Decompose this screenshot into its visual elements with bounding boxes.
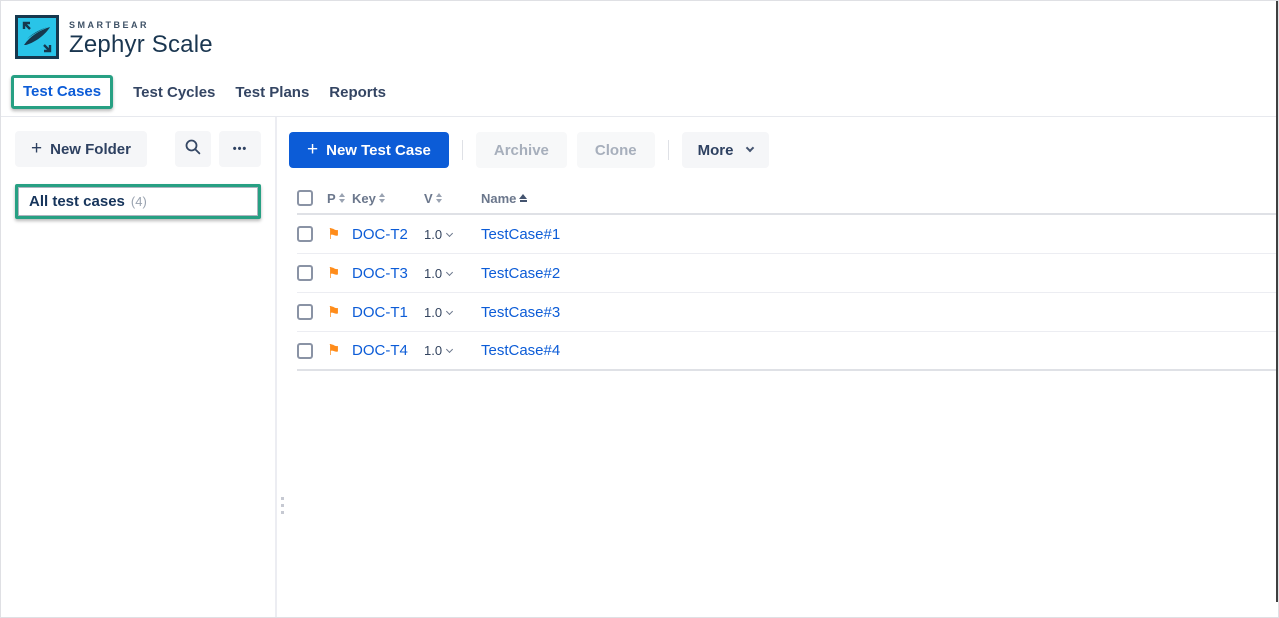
sort-both-icon [436,193,442,203]
testcase-table: P Key V Name [289,183,1278,371]
main-nav: Test Cases Test Cycles Test Plans Report… [11,75,386,109]
priority-flag-icon: ⚑ [327,227,352,242]
brand: SMARTBEAR Zephyr Scale [15,15,213,64]
select-all-checkbox[interactable] [297,190,313,206]
toolbar-divider [668,140,669,160]
folder-name: All test cases [29,193,125,210]
version-value: 1.0 [424,266,442,281]
zephyr-scale-logo-icon [15,15,59,64]
testcase-key-link[interactable]: DOC-T4 [352,342,424,359]
annotation-box-all-test-cases: All test cases (4) [15,184,261,219]
column-label: Name [481,191,516,206]
chevron-down-icon [446,346,453,353]
company-name: SMARTBEAR [69,20,213,30]
sort-both-icon [379,193,385,203]
chevron-down-icon [746,144,754,152]
archive-button[interactable]: Archive [476,132,567,168]
sort-both-icon [339,193,345,203]
column-header-name[interactable]: Name [481,191,1278,206]
product-name: Zephyr Scale [69,31,213,59]
folder-search-button[interactable] [175,131,211,167]
column-header-key[interactable]: Key [352,191,424,206]
folder-sidebar: + New Folder ••• All tes [1,117,277,618]
testcase-name-link[interactable]: TestCase#3 [481,304,1278,321]
more-button[interactable]: More [682,132,770,168]
table-row: ⚑ DOC-T1 1.0 TestCase#3 [297,293,1278,332]
plus-icon: + [31,139,42,158]
main-content: + New Test Case Archive Clone More P [277,117,1278,618]
app-window: SMARTBEAR Zephyr Scale Test Cases Test C… [0,0,1279,618]
testcase-name-link[interactable]: TestCase#1 [481,226,1278,243]
testcase-key-link[interactable]: DOC-T2 [352,226,424,243]
new-test-case-button[interactable]: + New Test Case [289,132,449,168]
row-checkbox[interactable] [297,304,313,320]
tab-test-cycles[interactable]: Test Cycles [133,84,215,101]
priority-flag-icon: ⚑ [327,305,352,320]
folder-more-button[interactable]: ••• [219,131,261,167]
priority-flag-icon: ⚑ [327,343,352,358]
brand-text: SMARTBEAR Zephyr Scale [69,20,213,59]
version-dropdown[interactable]: 1.0 [424,343,481,358]
testcase-name-link[interactable]: TestCase#2 [481,265,1278,282]
version-dropdown[interactable]: 1.0 [424,266,481,281]
sort-ascending-icon [519,194,527,202]
testcase-key-link[interactable]: DOC-T3 [352,265,424,282]
folder-count: (4) [131,194,147,209]
clone-button[interactable]: Clone [577,132,655,168]
version-value: 1.0 [424,343,442,358]
plus-icon: + [307,140,318,159]
table-row: ⚑ DOC-T3 1.0 TestCase#2 [297,254,1278,293]
sidebar-toolbar: + New Folder ••• [15,131,261,167]
column-label: Key [352,191,376,206]
table-row: ⚑ DOC-T4 1.0 TestCase#4 [297,332,1278,371]
column-label: V [424,191,433,206]
sidebar-resize-handle[interactable] [281,497,284,514]
new-folder-button[interactable]: + New Folder [15,131,147,167]
screenshot-right-border [1276,1,1278,602]
row-checkbox[interactable] [297,265,313,281]
priority-flag-icon: ⚑ [327,266,352,281]
version-dropdown[interactable]: 1.0 [424,305,481,320]
folder-item-all-test-cases[interactable]: All test cases (4) [18,187,258,216]
tab-test-plans[interactable]: Test Plans [235,84,309,101]
version-value: 1.0 [424,227,442,242]
table-header-row: P Key V Name [297,183,1278,215]
chevron-down-icon [446,307,453,314]
chevron-down-icon [446,268,453,275]
version-value: 1.0 [424,305,442,320]
toolbar-divider [462,140,463,160]
new-test-case-label: New Test Case [326,142,431,159]
row-checkbox[interactable] [297,343,313,359]
column-header-version[interactable]: V [424,191,481,206]
testcase-key-link[interactable]: DOC-T1 [352,304,424,321]
testcase-name-link[interactable]: TestCase#4 [481,342,1278,359]
app-header: SMARTBEAR Zephyr Scale Test Cases Test C… [1,1,1278,117]
chevron-down-icon [446,229,453,236]
annotation-box-test-cases: Test Cases [11,75,113,109]
table-row: ⚑ DOC-T2 1.0 TestCase#1 [297,215,1278,254]
row-checkbox[interactable] [297,226,313,242]
more-label: More [698,142,734,159]
column-header-priority[interactable]: P [327,191,352,206]
ellipsis-icon: ••• [233,143,248,155]
body: + New Folder ••• All tes [1,117,1278,618]
search-icon [184,138,202,160]
version-dropdown[interactable]: 1.0 [424,227,481,242]
testcase-toolbar: + New Test Case Archive Clone More [289,132,1278,168]
tab-test-cases[interactable]: Test Cases [23,83,101,100]
new-folder-label: New Folder [50,141,131,158]
column-label: P [327,191,336,206]
tab-reports[interactable]: Reports [329,84,386,101]
